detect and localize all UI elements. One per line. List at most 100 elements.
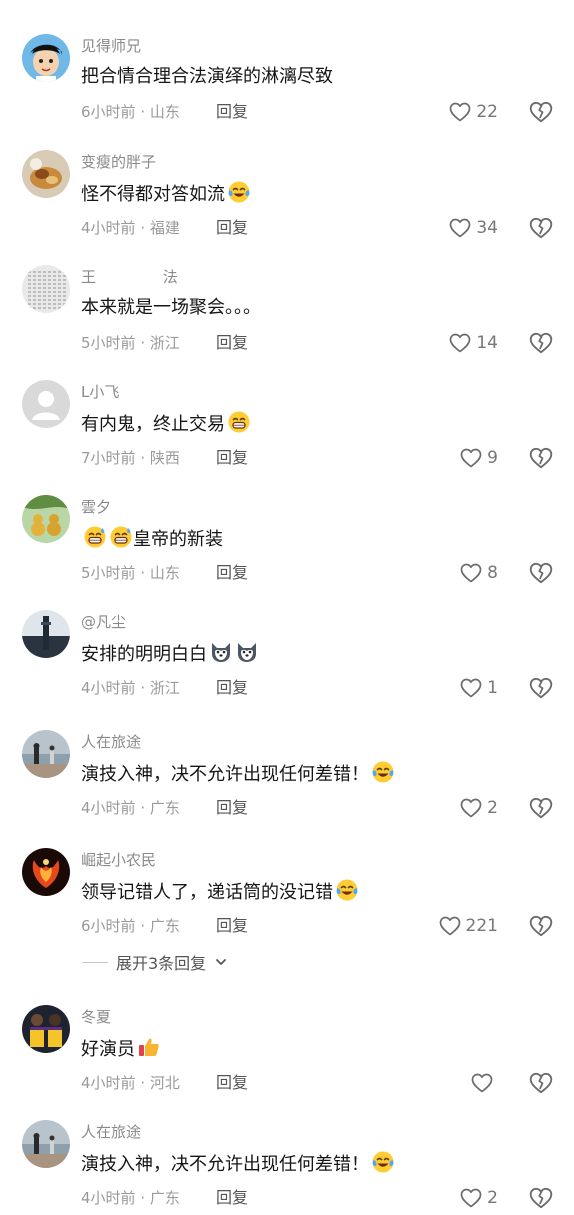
username[interactable]: 见得师兄 xyxy=(81,36,141,56)
reply-button[interactable]: 回复 xyxy=(216,798,248,818)
comment-meta: 6小时前 · 山东 xyxy=(81,103,180,121)
username[interactable]: 人在旅途 xyxy=(81,1122,141,1142)
region: 陕西 xyxy=(149,449,180,467)
cry-laugh-emoji xyxy=(371,760,395,792)
like-button[interactable]: 2 xyxy=(459,795,498,821)
region: 浙江 xyxy=(149,679,180,697)
broken-heart-icon xyxy=(528,101,554,129)
avatar[interactable] xyxy=(22,150,70,198)
reply-button[interactable]: 回复 xyxy=(216,448,248,468)
reply-button[interactable]: 回复 xyxy=(216,333,248,353)
comment-text: 有内鬼，终止交易 xyxy=(81,410,251,442)
username[interactable]: L小飞 xyxy=(81,382,119,402)
timestamp: 5小时前 xyxy=(81,334,136,352)
broken-heart-icon xyxy=(528,1072,554,1100)
username[interactable]: 崛起小农民 xyxy=(81,850,156,870)
broken-heart-icon xyxy=(528,1187,554,1215)
like-button[interactable]: 9 xyxy=(459,445,498,471)
comment-meta: 5小时前 · 浙江 xyxy=(81,334,180,352)
dislike-button[interactable] xyxy=(528,913,554,939)
dislike-button[interactable] xyxy=(528,795,554,821)
heart-icon xyxy=(471,1073,493,1093)
dislike-button[interactable] xyxy=(528,330,554,356)
timestamp: 5小时前 xyxy=(81,564,136,582)
reply-button[interactable]: 回复 xyxy=(216,1188,248,1208)
like-button[interactable]: 14 xyxy=(448,330,498,356)
comment-text: 把合情合理合法演绎的淋漓尽致 xyxy=(81,64,333,90)
expand-replies-button[interactable]: 展开3条回复 xyxy=(82,950,228,974)
heart-icon xyxy=(450,102,471,122)
like-button[interactable]: 1 xyxy=(459,675,498,701)
avatar[interactable] xyxy=(22,495,70,543)
username[interactable]: 冬夏 xyxy=(81,1007,111,1027)
comment-meta: 4小时前 · 广东 xyxy=(81,799,180,817)
username[interactable]: @凡尘 xyxy=(81,612,126,632)
husky-emoji xyxy=(209,640,233,672)
region: 广东 xyxy=(149,799,180,817)
avatar[interactable] xyxy=(22,265,70,313)
like-button[interactable]: 22 xyxy=(448,99,498,125)
comment-meta: 5小时前 · 山东 xyxy=(81,564,180,582)
broken-heart-icon xyxy=(528,217,554,245)
comment-text: 皇帝的新装 xyxy=(81,525,223,557)
avatar[interactable] xyxy=(22,380,70,428)
like-button[interactable]: 2 xyxy=(459,1185,498,1211)
comment-text: 领导记错人了，递话筒的没记错 xyxy=(81,878,359,910)
region: 福建 xyxy=(149,219,180,237)
like-button[interactable]: 8 xyxy=(459,560,498,586)
heart-icon xyxy=(460,448,482,468)
grin-sweat-emoji xyxy=(83,525,107,557)
username[interactable]: 变瘦的胖子 xyxy=(81,152,156,172)
avatar[interactable] xyxy=(22,1120,70,1168)
like-count: 2 xyxy=(487,798,498,818)
region: 浙江 xyxy=(149,334,180,352)
broken-heart-icon xyxy=(528,332,554,360)
husky-emoji xyxy=(235,640,259,672)
comment-text-content: 领导记错人了，递话筒的没记错 xyxy=(81,882,333,903)
dislike-button[interactable] xyxy=(528,1185,554,1211)
reply-button[interactable]: 回复 xyxy=(216,563,248,583)
avatar[interactable] xyxy=(22,34,70,82)
like-count: 221 xyxy=(465,916,498,936)
reply-button[interactable]: 回复 xyxy=(216,1073,248,1093)
username[interactable]: 雲夕 xyxy=(81,497,111,517)
avatar[interactable] xyxy=(22,848,70,896)
broken-heart-icon xyxy=(528,915,554,943)
comment-text-content: 好演员 xyxy=(81,1039,135,1060)
comment-text-content: 演技入神，决不允许出现任何差错！ xyxy=(81,1154,369,1175)
comment-meta: 6小时前 · 广东 xyxy=(81,917,180,935)
username[interactable]: 王 法 xyxy=(81,267,178,287)
comment-text-content: 把合情合理合法演绎的淋漓尽致 xyxy=(81,66,333,87)
like-count: 14 xyxy=(476,333,498,353)
reply-button[interactable]: 回复 xyxy=(216,916,248,936)
timestamp: 4小时前 xyxy=(81,679,136,697)
heart-icon xyxy=(460,798,482,818)
avatar[interactable] xyxy=(22,1005,70,1053)
like-count: 9 xyxy=(487,448,498,468)
reply-button[interactable]: 回复 xyxy=(216,218,248,238)
broken-heart-icon xyxy=(528,447,554,475)
reply-button[interactable]: 回复 xyxy=(216,678,248,698)
heart-icon xyxy=(460,563,482,583)
dislike-button[interactable] xyxy=(528,1070,554,1096)
reply-button[interactable]: 回复 xyxy=(216,102,248,122)
avatar[interactable] xyxy=(22,610,70,658)
avatar[interactable] xyxy=(22,730,70,778)
comment-text: 演技入神，决不允许出现任何差错！ xyxy=(81,760,395,792)
comment-text-content: 皇帝的新装 xyxy=(133,529,223,550)
dislike-button[interactable] xyxy=(528,445,554,471)
heart-icon xyxy=(450,218,471,238)
dislike-button[interactable] xyxy=(528,99,554,125)
comment-text-content: 安排的明明白白 xyxy=(81,644,207,665)
like-count: 1 xyxy=(487,678,498,698)
dislike-button[interactable] xyxy=(528,560,554,586)
heart-icon xyxy=(460,678,482,698)
username[interactable]: 人在旅途 xyxy=(81,732,141,752)
dislike-button[interactable] xyxy=(528,675,554,701)
like-button[interactable]: 221 xyxy=(438,913,498,939)
like-button[interactable] xyxy=(470,1070,498,1096)
dislike-button[interactable] xyxy=(528,215,554,241)
like-button[interactable]: 34 xyxy=(448,215,498,241)
timestamp: 7小时前 xyxy=(81,449,136,467)
comment-text: 怪不得都对答如流 xyxy=(81,180,251,212)
